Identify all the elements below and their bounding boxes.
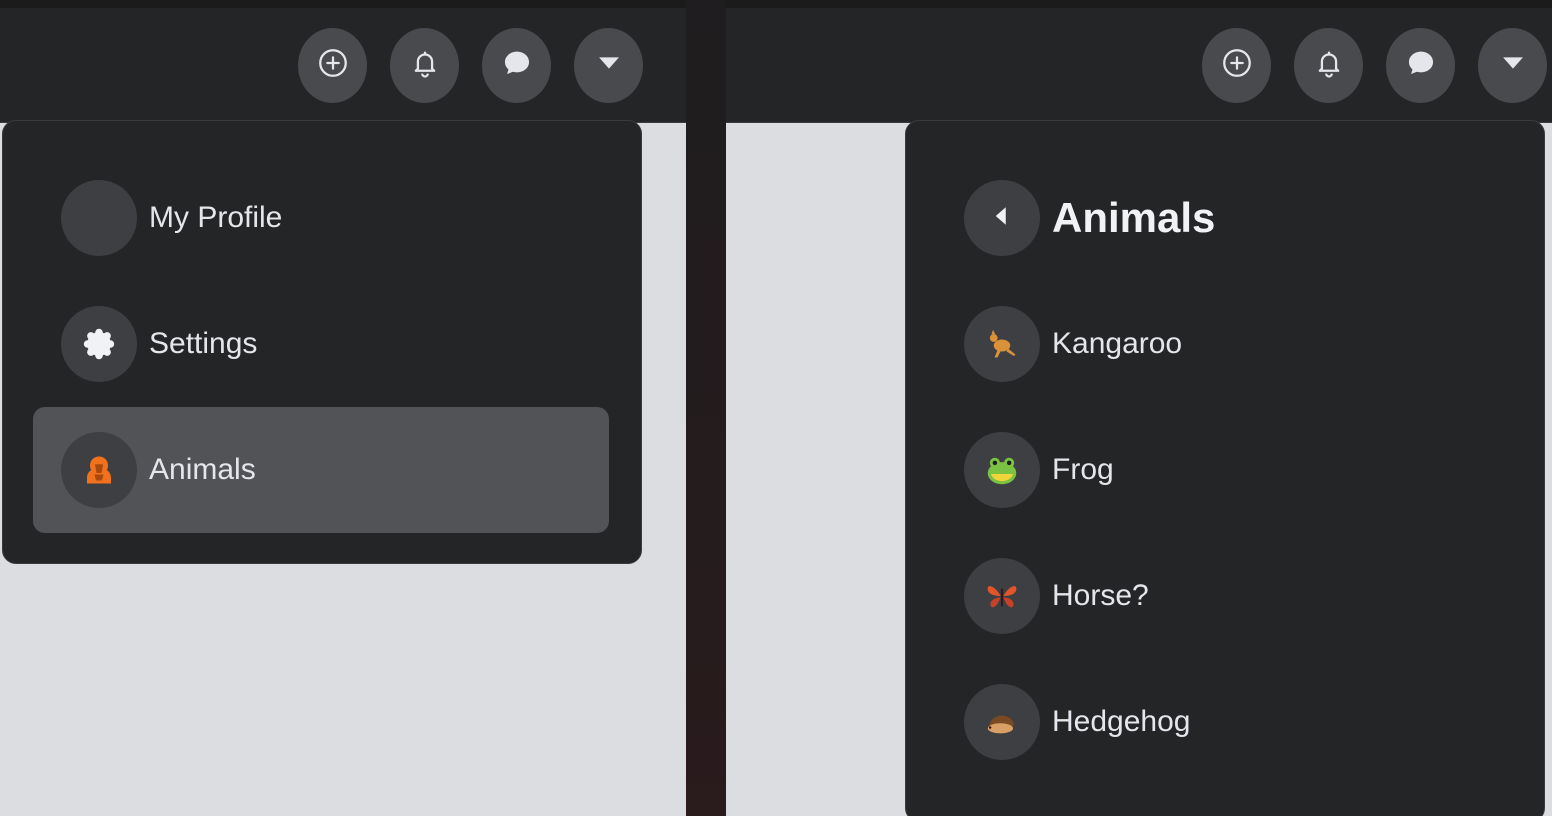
messages-button[interactable] — [1386, 28, 1455, 103]
menu-item-animals[interactable]: Animals — [33, 407, 609, 533]
add-button[interactable] — [1202, 28, 1271, 103]
notifications-button[interactable] — [390, 28, 459, 103]
right-screenshot-panel: Animals Kangaroo Frog Horse? Hedgehog — [726, 0, 1552, 816]
menu-item-kangaroo[interactable]: Kangaroo — [936, 281, 1512, 407]
frog-icon — [964, 432, 1040, 508]
submenu-title: Animals — [1052, 194, 1216, 241]
navbar-top-strip — [0, 0, 686, 8]
left-screenshot-panel: My Profile Settings Animals — [0, 0, 686, 816]
caret-down-icon — [1496, 46, 1530, 85]
hedgehog-icon — [964, 684, 1040, 760]
menu-item-label: My Profile — [149, 201, 283, 234]
account-menu-button[interactable] — [574, 28, 643, 103]
messages-button[interactable] — [482, 28, 551, 103]
animals-submenu: Animals Kangaroo Frog Horse? Hedgehog — [905, 120, 1545, 816]
menu-item-my-profile[interactable]: My Profile — [33, 155, 609, 281]
kangaroo-icon — [964, 306, 1040, 382]
chat-bubble-icon — [1404, 46, 1438, 85]
panel-divider — [686, 0, 726, 816]
menu-item-label: Kangaroo — [1052, 327, 1183, 360]
plus-circle-icon — [316, 46, 350, 85]
menu-item-settings[interactable]: Settings — [33, 281, 609, 407]
menu-item-label: Animals — [149, 453, 256, 486]
navbar-top-strip — [726, 0, 1552, 8]
butterfly-icon — [964, 558, 1040, 634]
animal-icon — [61, 432, 137, 508]
menu-item-label: Settings — [149, 327, 258, 360]
dropdown-menu: My Profile Settings Animals — [2, 120, 642, 564]
add-button[interactable] — [298, 28, 367, 103]
menu-item-label: Horse? — [1052, 579, 1149, 612]
bell-icon — [1312, 46, 1346, 85]
account-menu-button[interactable] — [1478, 28, 1547, 103]
gear-icon — [61, 306, 137, 382]
menu-item-horse[interactable]: Horse? — [936, 533, 1512, 659]
back-button[interactable] — [964, 180, 1040, 256]
bell-icon — [408, 46, 442, 85]
profile-avatar-icon — [61, 180, 137, 256]
notifications-button[interactable] — [1294, 28, 1363, 103]
navbar — [726, 0, 1552, 123]
menu-item-label: Hedgehog — [1052, 705, 1191, 738]
plus-circle-icon — [1220, 46, 1254, 85]
menu-item-label: Frog — [1052, 453, 1114, 486]
menu-item-hedgehog[interactable]: Hedgehog — [936, 659, 1512, 785]
menu-item-frog[interactable]: Frog — [936, 407, 1512, 533]
chat-bubble-icon — [500, 46, 534, 85]
submenu-header: Animals — [936, 155, 1512, 281]
caret-down-icon — [592, 46, 626, 85]
navbar — [0, 0, 686, 123]
back-arrow-icon — [987, 201, 1017, 236]
